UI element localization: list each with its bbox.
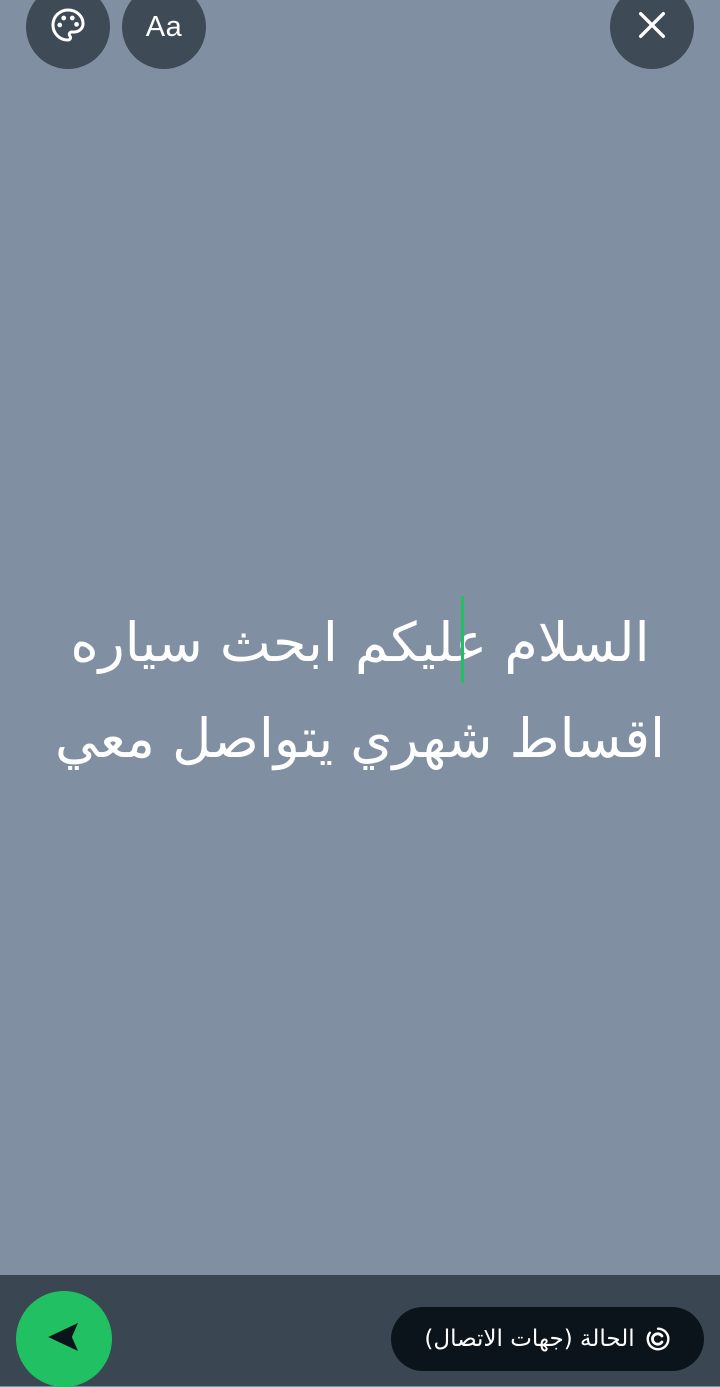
status-canvas[interactable]: Aa السلام عليكم ابحث سياره اقساط شهري يت…: [0, 0, 720, 1275]
color-palette-button[interactable]: [26, 0, 110, 69]
close-icon: [635, 8, 669, 46]
status-text-input[interactable]: السلام عليكم ابحث سياره اقساط شهري يتواص…: [30, 595, 690, 787]
font-style-label: Aa: [145, 10, 183, 43]
status-text-line-1: السلام عليكم ابحث سياره: [70, 611, 650, 674]
status-audience-button[interactable]: الحالة (جهات الاتصال): [391, 1307, 704, 1371]
status-icon: [645, 1326, 671, 1352]
palette-icon: [49, 6, 87, 48]
close-button[interactable]: [610, 0, 694, 69]
status-text-line-2: اقساط شهري يتواصل معي: [54, 707, 666, 770]
send-button[interactable]: [16, 1291, 112, 1387]
send-arrow-icon: [43, 1316, 85, 1362]
status-audience-label: الحالة (جهات الاتصال): [424, 1326, 635, 1352]
bottom-bar: الحالة (جهات الاتصال): [0, 1275, 720, 1387]
text-cursor: [461, 596, 464, 683]
font-style-button[interactable]: Aa: [122, 0, 206, 69]
